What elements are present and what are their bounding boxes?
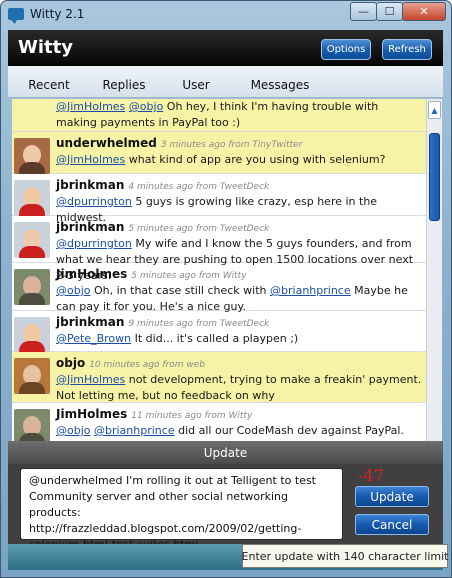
- app-brand: Witty: [18, 37, 73, 58]
- tweet-text: @JimHolmes not development, trying to ma…: [56, 372, 422, 404]
- mention-link[interactable]: @dpurrington: [56, 195, 132, 208]
- user-avatar[interactable]: [14, 358, 50, 394]
- app-header: Witty Options Refresh: [8, 30, 443, 66]
- maximize-button[interactable]: ☐: [376, 2, 403, 21]
- tweet-timestamp: 11 minutes ago from Witty: [131, 411, 253, 421]
- refresh-button[interactable]: Refresh: [382, 39, 432, 60]
- tweet-text-segment: It did... it's called a playpen ;): [131, 332, 299, 345]
- mention-link[interactable]: @dpurrington: [56, 237, 132, 250]
- mention-link[interactable]: @JimHolmes: [56, 153, 125, 166]
- options-button[interactable]: Options: [321, 39, 371, 60]
- scroll-up-arrow-icon[interactable]: ▲: [428, 101, 441, 119]
- tweet-text: @objo @brianhprince did all our CodeMash…: [56, 423, 422, 441]
- tweet-meta: JimHolmes 11 minutes ago from Witty: [56, 407, 252, 421]
- user-avatar[interactable]: [14, 138, 50, 174]
- tab-user[interactable]: User: [168, 74, 224, 96]
- tweet-timestamp: 9 minutes ago from TweetDeck: [128, 319, 270, 329]
- compose-panel: @underwhelmed I'm rolling it out at Tell…: [8, 464, 443, 551]
- tweet-username[interactable]: objo: [56, 356, 85, 370]
- tweet-text: @JimHolmes @objo Oh hey, I think I'm hav…: [56, 99, 422, 131]
- tab-bar: Recent Replies User Messages: [8, 66, 443, 98]
- tweet-item[interactable]: jbrinkman 4 minutes ago from TweetDeck @d…: [12, 174, 426, 224]
- tab-replies[interactable]: Replies: [96, 74, 152, 96]
- mention-link[interactable]: @objo: [129, 100, 164, 113]
- tweet-text-segment: Oh, in that case still check with: [90, 284, 271, 297]
- mention-link[interactable]: @JimHolmes: [56, 100, 125, 113]
- tweet-username[interactable]: jbrinkman: [56, 178, 124, 192]
- tweet-text: @JimHolmes what kind of app are you usin…: [56, 152, 422, 168]
- tweet-username[interactable]: underwhelmed: [56, 136, 157, 150]
- user-avatar[interactable]: [14, 317, 50, 353]
- tweet-timestamp: 10 minutes ago from web: [89, 360, 206, 370]
- tweet-meta: objo 10 minutes ago from web: [56, 356, 205, 370]
- tweet-timeline[interactable]: @JimHolmes @objo Oh hey, I think I'm hav…: [12, 99, 426, 441]
- mention-link[interactable]: @brianhprince: [270, 284, 351, 297]
- mention-link[interactable]: @Pete_Brown: [56, 332, 131, 345]
- tweet-text-segment: what kind of app are you using with sele…: [125, 153, 386, 166]
- tweet-timestamp: 5 minutes ago from Witty: [131, 271, 247, 281]
- user-avatar[interactable]: [14, 222, 50, 258]
- tweet-meta: underwhelmed 3 minutes ago from TinyTwitt…: [56, 136, 302, 150]
- title-bar[interactable]: Witty 2.1 — ☐ ✕: [0, 0, 450, 30]
- cancel-button[interactable]: Cancel: [355, 514, 429, 535]
- tab-recent[interactable]: Recent: [16, 74, 82, 96]
- tweet-username[interactable]: jbrinkman: [56, 220, 124, 234]
- tweet-text: @Pete_Brown It did... it's called a play…: [56, 331, 422, 347]
- user-avatar[interactable]: [14, 269, 50, 305]
- update-button[interactable]: Update: [355, 486, 429, 507]
- timeline-scrollbar[interactable]: ▲: [426, 99, 442, 441]
- twitter-bird-icon: [8, 8, 24, 24]
- tweet-item[interactable]: jbrinkman 5 minutes ago from TweetDeck @d…: [12, 216, 426, 282]
- mention-link[interactable]: @objo: [56, 424, 91, 437]
- tweet-item[interactable]: JimHolmes 11 minutes ago from Witty @objo…: [12, 403, 426, 441]
- window-title: Witty 2.1: [30, 7, 85, 21]
- tweet-timestamp: 5 minutes ago from TweetDeck: [128, 224, 270, 234]
- tweet-username[interactable]: JimHolmes: [56, 407, 127, 421]
- mention-link[interactable]: @JimHolmes: [56, 373, 125, 386]
- tweet-timestamp: 3 minutes ago from TinyTwitter: [160, 140, 303, 150]
- tweet-meta: JimHolmes 5 minutes ago from Witty: [56, 267, 247, 281]
- user-avatar[interactable]: [14, 409, 50, 441]
- mention-link[interactable]: @brianhprince: [94, 424, 175, 437]
- close-button[interactable]: ✕: [402, 2, 446, 21]
- user-avatar[interactable]: [14, 180, 50, 216]
- tweet-meta: jbrinkman 9 minutes ago from TweetDeck: [56, 315, 269, 329]
- compose-textbox[interactable]: @underwhelmed I'm rolling it out at Tell…: [20, 468, 343, 551]
- character-counter: -47: [358, 466, 384, 485]
- update-bar: Update: [8, 441, 443, 464]
- tweet-item[interactable]: @JimHolmes @objo Oh hey, I think I'm hav…: [12, 99, 426, 132]
- scrollbar-thumb[interactable]: [429, 133, 440, 221]
- tweet-item[interactable]: underwhelmed 3 minutes ago from TinyTwitt…: [12, 132, 426, 174]
- tooltip: Enter update with 140 character limit: [242, 544, 449, 568]
- mention-link[interactable]: @objo: [56, 284, 91, 297]
- tweet-item[interactable]: jbrinkman 9 minutes ago from TweetDeck @P…: [12, 311, 426, 353]
- tweet-meta: jbrinkman 4 minutes ago from TweetDeck: [56, 178, 269, 192]
- tweet-item[interactable]: JimHolmes 5 minutes ago from Witty @objo …: [12, 263, 426, 313]
- tweet-meta: jbrinkman 5 minutes ago from TweetDeck: [56, 220, 269, 234]
- tweet-timestamp: 4 minutes ago from TweetDeck: [128, 182, 270, 192]
- tweet-username[interactable]: JimHolmes: [56, 267, 127, 281]
- minimize-button[interactable]: —: [350, 2, 377, 21]
- tab-messages[interactable]: Messages: [240, 74, 320, 96]
- tweet-username[interactable]: jbrinkman: [56, 315, 124, 329]
- tweet-item[interactable]: objo 10 minutes ago from web @JimHolmes n…: [12, 352, 426, 403]
